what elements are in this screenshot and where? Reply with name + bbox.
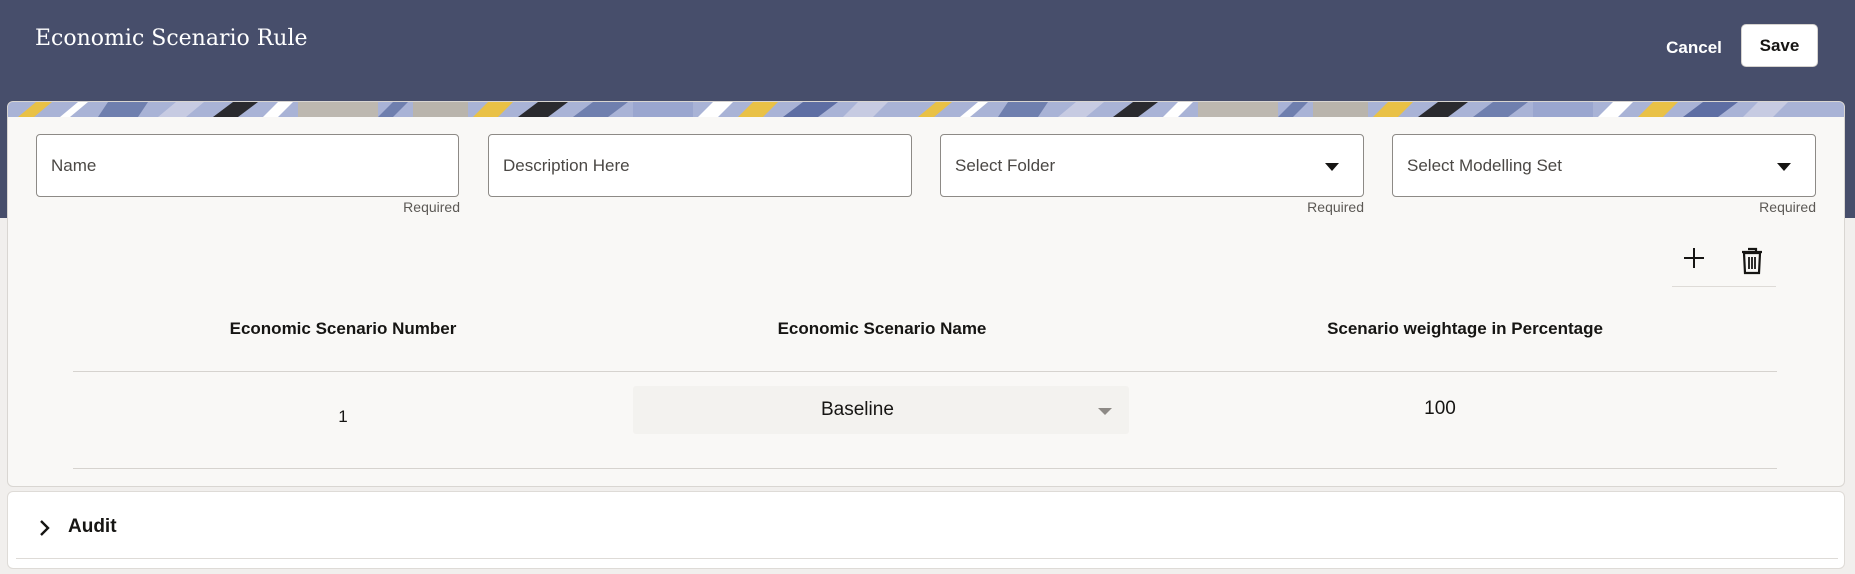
decorative-banner [8, 102, 1844, 117]
folder-required-hint: Required [1307, 199, 1364, 215]
column-header-scenario-number: Economic Scenario Number [229, 319, 457, 338]
weightage-cell[interactable]: 100 [1420, 398, 1460, 420]
name-input[interactable]: Name [36, 134, 459, 197]
modelling-set-select[interactable]: Select Modelling Set [1392, 134, 1816, 197]
delete-row-button[interactable] [1740, 247, 1764, 280]
audit-divider [16, 558, 1838, 559]
page-title: Economic Scenario Rule [35, 26, 308, 51]
table-header-divider [73, 371, 1777, 372]
scenario-name-select[interactable]: Baseline [633, 386, 1129, 434]
modelling-set-placeholder: Select Modelling Set [1407, 156, 1562, 175]
column-header-weightage: Scenario weightage in Percentage [1327, 319, 1603, 338]
chevron-down-icon [1325, 163, 1339, 171]
description-placeholder: Description Here [503, 156, 630, 175]
name-placeholder: Name [51, 156, 97, 175]
table-row-divider [73, 468, 1777, 469]
audit-section[interactable]: Audit [7, 491, 1845, 569]
chevron-down-icon [1098, 408, 1112, 415]
description-input[interactable]: Description Here [488, 134, 912, 197]
folder-select[interactable]: Select Folder [940, 134, 1364, 197]
name-required-hint: Required [403, 199, 460, 215]
chevron-down-icon [1777, 163, 1791, 171]
audit-label: Audit [68, 516, 117, 537]
toolbar-divider [1672, 286, 1776, 287]
add-row-button[interactable] [1682, 246, 1706, 275]
scenario-name-value: Baseline [821, 399, 894, 420]
modelling-set-required-hint: Required [1759, 199, 1816, 215]
cancel-button[interactable]: Cancel [1650, 30, 1738, 66]
plus-icon [1684, 248, 1704, 268]
save-button[interactable]: Save [1741, 24, 1818, 67]
column-header-scenario-name: Economic Scenario Name [777, 319, 987, 338]
trash-icon [1742, 247, 1762, 275]
folder-placeholder: Select Folder [955, 156, 1056, 175]
scenario-number-cell: 1 [338, 407, 348, 426]
chevron-right-icon[interactable] [38, 518, 52, 543]
